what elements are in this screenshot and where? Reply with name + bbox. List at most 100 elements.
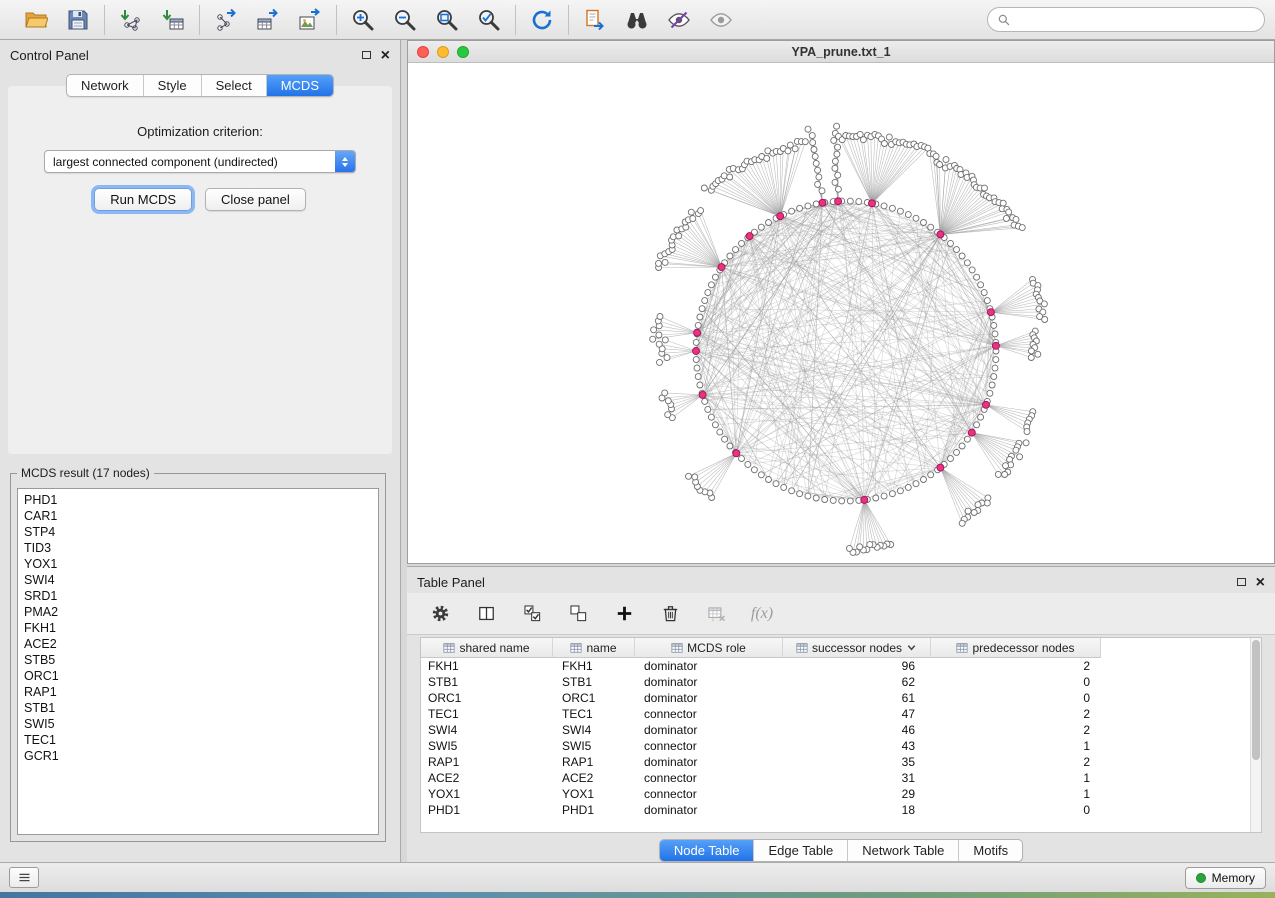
column-header-name[interactable]: name (553, 638, 635, 658)
table-panel-tabs: Node TableEdge TableNetwork TableMotifs (659, 839, 1023, 862)
select-all-icon[interactable] (519, 601, 545, 627)
function-builder-icon[interactable]: f(x) (749, 601, 775, 627)
column-header-mcds-role[interactable]: MCDS role (635, 638, 783, 658)
export-image-icon[interactable] (297, 7, 323, 33)
node-table: shared namenameMCDS rolesuccessor nodesp… (420, 637, 1262, 833)
table-row[interactable]: STB1STB1dominator620 (421, 674, 1261, 690)
control-panel-titlebar: Control Panel × (0, 40, 400, 70)
network-canvas[interactable] (408, 63, 1274, 563)
open-file-icon[interactable] (23, 7, 49, 33)
network-window-titlebar[interactable]: YPA_prune.txt_1 (408, 41, 1274, 63)
export-table-icon[interactable] (255, 7, 281, 33)
control-panel-title: Control Panel (10, 48, 89, 63)
table-toolbar: f(x) (407, 593, 1275, 635)
mcds-result-item[interactable]: GCR1 (24, 748, 378, 764)
search-field[interactable] (1016, 11, 1255, 28)
table-tab-node-table[interactable]: Node Table (660, 840, 754, 861)
run-mcds-button[interactable]: Run MCDS (94, 188, 192, 211)
mcds-result-item[interactable]: ORC1 (24, 668, 378, 684)
mcds-result-item[interactable]: ACE2 (24, 636, 378, 652)
table-row[interactable]: SWI5SWI5connector431 (421, 738, 1261, 754)
mcds-result-item[interactable]: STP4 (24, 524, 378, 540)
show-all-icon[interactable] (708, 7, 734, 33)
main-toolbar (0, 0, 1275, 40)
mcds-result-item[interactable]: SWI5 (24, 716, 378, 732)
refresh-icon[interactable] (529, 7, 555, 33)
control-panel-tabs: NetworkStyleSelectMCDS (66, 74, 334, 97)
desktop-wallpaper (0, 892, 1275, 898)
mcds-result-item[interactable]: RAP1 (24, 684, 378, 700)
table-row[interactable]: ORC1ORC1dominator610 (421, 690, 1261, 706)
share-document-icon[interactable] (582, 7, 608, 33)
mcds-result-item[interactable]: SRD1 (24, 588, 378, 604)
binoculars-icon[interactable] (624, 7, 650, 33)
table-row[interactable]: TEC1TEC1connector472 (421, 706, 1261, 722)
close-table-panel-icon[interactable]: × (1256, 577, 1265, 588)
zoom-fit-icon[interactable] (434, 7, 460, 33)
table-scrollbar[interactable] (1250, 638, 1261, 832)
float-panel-icon[interactable] (360, 50, 373, 61)
memory-status-icon (1196, 873, 1206, 883)
tab-network[interactable]: Network (67, 75, 143, 96)
table-body: FKH1FKH1dominator962STB1STB1dominator620… (421, 658, 1261, 818)
mcds-result-list[interactable]: PHD1CAR1STP4TID3YOX1SWI4SRD1PMA2FKH1ACE2… (17, 488, 379, 835)
mcds-result-item[interactable]: CAR1 (24, 508, 378, 524)
memory-button[interactable]: Memory (1185, 867, 1266, 889)
zoom-out-icon[interactable] (392, 7, 418, 33)
mcds-result-item[interactable]: YOX1 (24, 556, 378, 572)
add-row-icon[interactable] (611, 601, 637, 627)
table-row[interactable]: SWI4SWI4dominator462 (421, 722, 1261, 738)
zoom-in-icon[interactable] (350, 7, 376, 33)
import-network-icon[interactable] (118, 7, 144, 33)
table-tab-motifs[interactable]: Motifs (958, 840, 1022, 861)
deselect-all-icon[interactable] (565, 601, 591, 627)
panel-toggle-button[interactable] (9, 867, 39, 888)
tab-style[interactable]: Style (143, 75, 201, 96)
memory-label: Memory (1212, 871, 1255, 885)
criterion-dropdown[interactable]: largest connected component (undirected) (44, 150, 356, 173)
table-row[interactable]: PHD1PHD1dominator180 (421, 802, 1261, 818)
tab-select[interactable]: Select (201, 75, 266, 96)
status-bar: Memory (0, 862, 1275, 892)
network-graph[interactable] (408, 63, 1274, 563)
table-panel-title: Table Panel (417, 575, 485, 590)
save-session-icon[interactable] (65, 7, 91, 33)
export-network-icon[interactable] (213, 7, 239, 33)
zoom-selected-icon[interactable] (476, 7, 502, 33)
close-panel-icon[interactable]: × (381, 50, 390, 61)
columns-icon[interactable] (473, 601, 499, 627)
mcds-result-title: MCDS result (17 nodes) (17, 466, 154, 480)
table-settings-icon[interactable] (427, 601, 453, 627)
mcds-result-item[interactable]: SWI4 (24, 572, 378, 588)
table-tab-network-table[interactable]: Network Table (847, 840, 958, 861)
close-panel-button[interactable]: Close panel (205, 188, 306, 211)
mcds-result-item[interactable]: STB1 (24, 700, 378, 716)
mcds-result-item[interactable]: TID3 (24, 540, 378, 556)
table-tab-edge-table[interactable]: Edge Table (753, 840, 847, 861)
column-header-predecessor-nodes[interactable]: predecessor nodes (931, 638, 1101, 658)
table-row[interactable]: YOX1YOX1connector291 (421, 786, 1261, 802)
mcds-result-item[interactable]: TEC1 (24, 732, 378, 748)
float-table-panel-icon[interactable] (1235, 577, 1248, 588)
mcds-result-item[interactable]: FKH1 (24, 620, 378, 636)
table-row[interactable]: ACE2ACE2connector311 (421, 770, 1261, 786)
tab-mcds[interactable]: MCDS (266, 75, 333, 96)
hide-selected-icon[interactable] (666, 7, 692, 33)
table-row[interactable]: RAP1RAP1dominator352 (421, 754, 1261, 770)
mcds-result-item[interactable]: PMA2 (24, 604, 378, 620)
dropdown-stepper-icon (335, 151, 355, 172)
mcds-result-item[interactable]: PHD1 (24, 492, 378, 508)
mcds-result-item[interactable]: STB5 (24, 652, 378, 668)
table-row[interactable]: FKH1FKH1dominator962 (421, 658, 1261, 674)
column-header-shared-name[interactable]: shared name (421, 638, 553, 658)
network-window-title: YPA_prune.txt_1 (408, 45, 1274, 59)
import-table-icon[interactable] (160, 7, 186, 33)
scrollbar-thumb[interactable] (1252, 640, 1260, 760)
delete-column-icon[interactable] (703, 601, 729, 627)
mcds-tab-content: Optimization criterion: largest connecte… (8, 86, 392, 454)
search-input[interactable] (987, 7, 1265, 32)
mcds-result-group: MCDS result (17 nodes) PHD1CAR1STP4TID3Y… (10, 466, 386, 842)
list-lines-icon (17, 870, 32, 885)
delete-row-icon[interactable] (657, 601, 683, 627)
column-header-successor-nodes[interactable]: successor nodes (783, 638, 931, 658)
